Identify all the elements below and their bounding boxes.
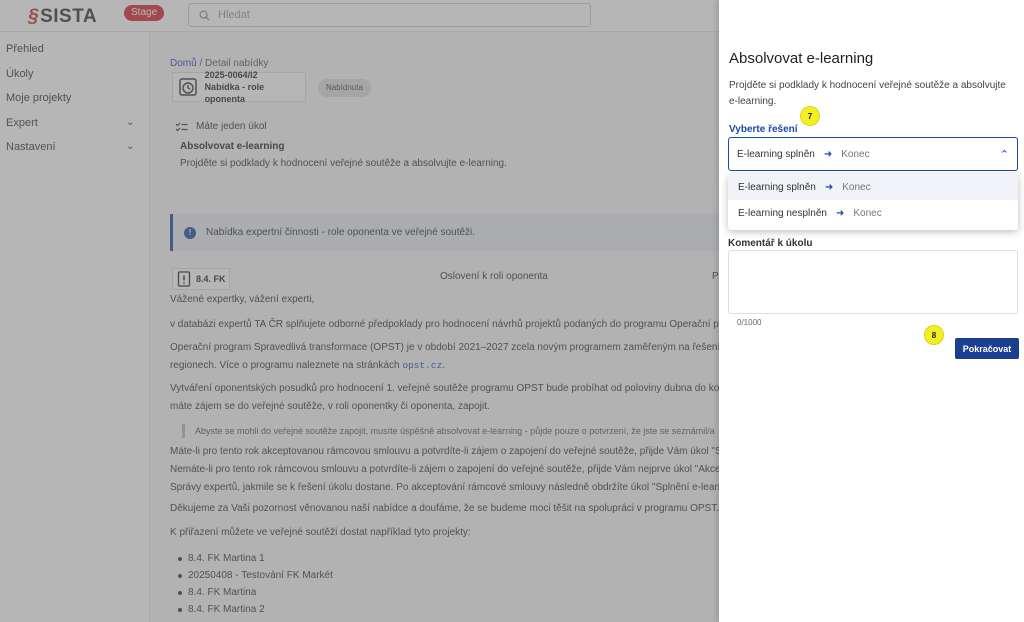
arrow-right-icon: ➜ — [835, 207, 845, 219]
arrow-right-icon: ➜ — [823, 148, 833, 160]
option-target: Konec — [853, 207, 882, 219]
drawer-description: Projděte si podklady k hodnocení veřejné… — [729, 80, 1006, 107]
option-target: Konec — [842, 181, 871, 193]
modal-overlay[interactable] — [0, 0, 719, 622]
solution-select-label: Vyberte řešení — [729, 124, 798, 135]
option-elearning-splnen[interactable]: E-learning splněn ➜ Konec — [728, 174, 1018, 200]
option-label: E-learning splněn — [738, 181, 816, 193]
selected-target: Konec — [841, 148, 870, 160]
selected-solution: E-learning splněn — [737, 148, 815, 160]
step-marker-8: 8 — [925, 326, 943, 344]
drawer-title: Absolvovat e-learning — [729, 50, 874, 67]
option-label: E-learning nesplněn — [738, 207, 827, 219]
arrow-right-icon: ➜ — [824, 181, 834, 193]
chevron-up-icon: ⌃ — [999, 149, 1009, 161]
solution-select[interactable]: E-learning splněn ➜ Konec ⌃ — [728, 137, 1018, 171]
option-elearning-nesplnen[interactable]: E-learning nesplněn ➜ Konec — [728, 200, 1018, 226]
task-drawer: Absolvovat e-learning Projděte si podkla… — [719, 0, 1024, 622]
step-marker-7: 7 — [801, 107, 819, 125]
solution-dropdown: E-learning splněn ➜ Konec E-learning nes… — [728, 174, 1018, 230]
character-counter: 0/1000 — [737, 318, 762, 327]
comment-field[interactable] — [728, 250, 1018, 314]
comment-label: Komentář k úkolu — [728, 238, 813, 249]
continue-button[interactable]: Pokračovat — [955, 338, 1019, 359]
